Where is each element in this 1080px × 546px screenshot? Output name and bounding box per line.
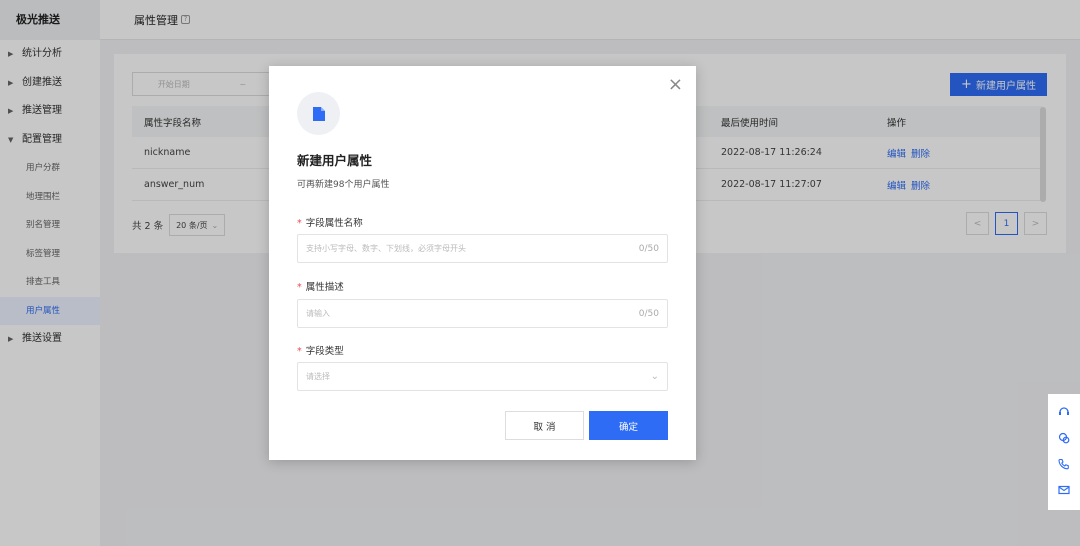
mail-icon[interactable] [1058,484,1070,498]
attribute-name-input[interactable]: 支持小写字母、数字、下划线，必须字母开头 0/50 [297,234,668,263]
confirm-button[interactable]: 确定 [589,411,668,440]
headset-icon[interactable] [1058,406,1070,420]
cancel-button[interactable]: 取 消 [505,411,584,440]
field-label-description: * 属性描述 [297,279,344,293]
phone-icon[interactable] [1058,458,1070,472]
dialog-subtitle: 可再新建98个用户属性 [297,180,390,190]
field-label-name: * 字段属性名称 [297,215,363,229]
char-counter: 0/50 [638,243,659,254]
dialog-title: 新建用户属性 [297,153,373,168]
document-icon [297,92,340,135]
attribute-description-input[interactable]: 请输入 0/50 [297,299,668,328]
required-mark: * [297,346,302,357]
field-label-type: * 字段类型 [297,343,344,357]
chevron-down-icon: ⌄ [650,371,659,382]
close-icon[interactable]: × [668,76,683,94]
label-text: 字段属性名称 [305,218,363,229]
chat-icon[interactable] [1058,432,1070,446]
required-mark: * [297,218,302,229]
input-placeholder: 请输入 [306,309,330,318]
char-counter: 0/50 [638,308,659,319]
label-text: 属性描述 [305,282,344,293]
field-type-select[interactable]: 请选择 ⌄ [297,362,668,391]
contact-toolbar [1048,394,1080,510]
new-attribute-dialog: × 新建用户属性 可再新建98个用户属性 * 字段属性名称 支持小写字母、数字、下… [269,66,696,460]
label-text: 字段类型 [305,346,344,357]
input-placeholder: 支持小写字母、数字、下划线，必须字母开头 [306,244,466,253]
select-placeholder: 请选择 [306,372,330,381]
required-mark: * [297,282,302,293]
